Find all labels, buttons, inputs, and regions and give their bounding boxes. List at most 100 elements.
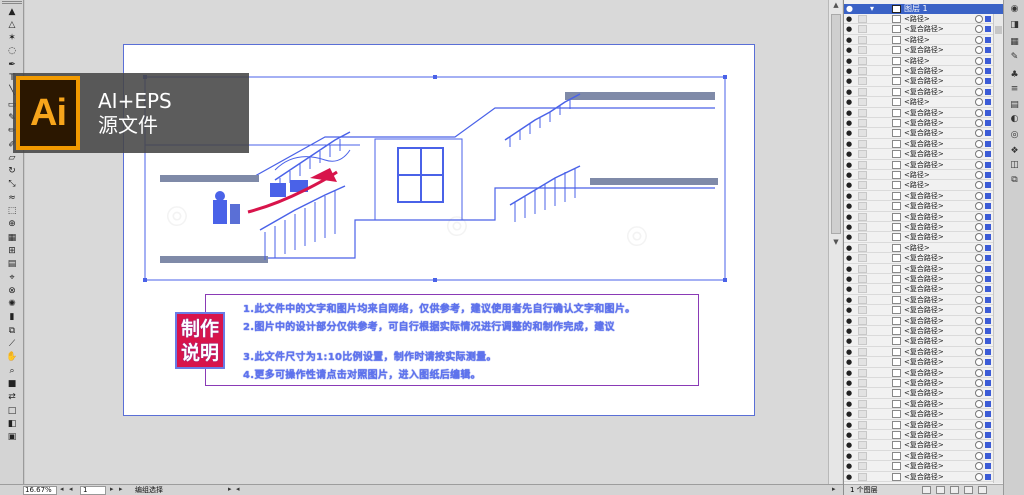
layer-row-name[interactable]: <复合路径> <box>904 461 944 471</box>
shape-builder-icon[interactable]: ⊕ <box>4 219 20 231</box>
selection-indicator-icon[interactable] <box>985 26 991 33</box>
visibility-eye-icon[interactable]: ● <box>846 441 856 449</box>
visibility-eye-icon[interactable]: ● <box>846 337 856 345</box>
zoom-field[interactable]: 16.67% <box>23 486 57 495</box>
layer-expand-icon[interactable]: ▾ <box>870 4 874 14</box>
selection-indicator-icon[interactable] <box>985 400 991 407</box>
lock-toggle-icon[interactable] <box>858 264 867 273</box>
lock-toggle-icon[interactable] <box>858 368 867 377</box>
selection-indicator-icon[interactable] <box>985 161 991 168</box>
visibility-eye-icon[interactable]: ● <box>846 410 856 418</box>
layers-panel-icon[interactable]: ◫ <box>1008 160 1021 171</box>
lock-toggle-icon[interactable] <box>858 399 867 408</box>
visibility-eye-icon[interactable]: ● <box>846 473 856 481</box>
lock-toggle-icon[interactable] <box>858 139 867 148</box>
selection-indicator-icon[interactable] <box>985 265 991 272</box>
selection-indicator-icon[interactable] <box>985 307 991 314</box>
selection-indicator-icon[interactable] <box>985 213 991 220</box>
visibility-eye-icon[interactable]: ● <box>846 213 856 221</box>
lock-toggle-icon[interactable] <box>858 254 867 263</box>
slice-icon[interactable]: ⟋ <box>4 339 20 351</box>
canvas-vertical-scrollbar[interactable]: ▲ ▼ <box>828 0 842 484</box>
target-icon[interactable] <box>975 285 983 294</box>
layer-row-name[interactable]: <复合路径> <box>904 87 944 97</box>
swatches-icon[interactable]: ▦ <box>1008 37 1021 48</box>
layer-row[interactable]: ● <复合路径> <box>844 76 1004 87</box>
selection-indicator-icon[interactable] <box>985 36 991 43</box>
color-guide-icon[interactable]: ◨ <box>1008 20 1021 31</box>
lasso-icon[interactable]: ◌ <box>4 46 20 58</box>
layer-row[interactable]: ● <复合路径> <box>844 451 1004 462</box>
target-icon[interactable] <box>975 275 983 283</box>
layer-row-name[interactable]: <复合路径> <box>904 316 944 326</box>
selection-indicator-icon[interactable] <box>985 47 991 54</box>
lock-toggle-icon[interactable] <box>858 181 867 190</box>
layer-row[interactable]: ● <复合路径> <box>844 305 1004 316</box>
target-icon[interactable] <box>975 243 983 252</box>
selection-indicator-icon[interactable] <box>985 130 991 137</box>
target-icon[interactable] <box>975 202 983 211</box>
scroll-up-icon[interactable]: ▲ <box>831 1 841 11</box>
target-icon[interactable] <box>975 108 983 117</box>
visibility-eye-icon[interactable]: ● <box>846 379 856 387</box>
layer-row[interactable]: ● <复合路径> <box>844 108 1004 118</box>
selection-indicator-icon[interactable] <box>985 234 991 241</box>
direct-selection-icon[interactable]: △ <box>4 19 20 31</box>
layer-row[interactable]: ● <复合路径> <box>844 149 1004 160</box>
lock-toggle-icon[interactable] <box>858 46 867 55</box>
layer-row-name[interactable]: <路径> <box>904 243 930 253</box>
visibility-eye-icon[interactable]: ● <box>846 254 856 262</box>
layers-scroll-thumb[interactable] <box>995 26 1002 34</box>
layer-row-name[interactable]: <复合路径> <box>904 45 944 55</box>
selection-indicator-icon[interactable] <box>985 182 991 189</box>
layer-row-name[interactable]: <复合路径> <box>904 399 944 409</box>
layer-row[interactable]: ● <复合路径> <box>844 368 1004 378</box>
layer-row-name[interactable]: <复合路径> <box>904 232 944 242</box>
target-icon[interactable] <box>975 347 983 356</box>
gradient-icon[interactable]: ▤ <box>4 259 20 271</box>
selection-indicator-icon[interactable] <box>985 109 991 116</box>
lock-toggle-icon[interactable] <box>858 98 867 107</box>
layer-row-name[interactable]: <复合路径> <box>904 305 944 315</box>
lock-toggle-icon[interactable] <box>858 35 867 44</box>
visibility-eye-icon[interactable]: ● <box>846 369 856 377</box>
hand-icon[interactable]: ✋ <box>4 352 20 364</box>
visibility-eye-icon[interactable]: ● <box>846 67 856 75</box>
target-icon[interactable] <box>975 358 983 367</box>
layer-row[interactable]: ● <路径> <box>844 180 1004 191</box>
layer-row-name[interactable]: <复合路径> <box>904 295 944 305</box>
layer-row-name[interactable]: <复合路径> <box>904 128 944 138</box>
selection-indicator-icon[interactable] <box>985 244 991 251</box>
layer-row[interactable]: ● <复合路径> <box>844 399 1004 410</box>
target-icon[interactable] <box>975 129 983 138</box>
visibility-eye-icon[interactable]: ● <box>846 36 856 44</box>
selection-indicator-icon[interactable] <box>985 317 991 324</box>
selection-indicator-icon[interactable] <box>985 151 991 158</box>
selection-indicator-icon[interactable] <box>985 473 991 480</box>
layer-row-name[interactable]: <复合路径> <box>904 326 944 336</box>
visibility-eye-icon[interactable]: ● <box>846 389 856 397</box>
selection-indicator-icon[interactable] <box>985 255 991 262</box>
eyedropper-icon[interactable]: ⌖ <box>4 272 20 284</box>
layer-row[interactable]: ● <复合路径> <box>844 212 1004 222</box>
layer-row-name[interactable]: <复合路径> <box>904 76 944 86</box>
target-icon[interactable] <box>975 368 983 377</box>
selection-arrow-icon[interactable]: ▲ <box>4 6 20 18</box>
lock-toggle-icon[interactable] <box>858 243 867 252</box>
brushes-icon[interactable]: ✎ <box>1008 52 1021 63</box>
perspective-grid-icon[interactable]: ▦ <box>4 232 20 244</box>
eraser-icon[interactable]: ▱ <box>4 152 20 164</box>
selection-indicator-icon[interactable] <box>985 286 991 293</box>
layer-row[interactable]: ● <复合路径> <box>844 264 1004 274</box>
layer-row[interactable]: ● <路径> <box>844 14 1004 25</box>
target-icon[interactable] <box>975 462 983 471</box>
visibility-eye-icon[interactable]: ● <box>846 358 856 366</box>
zoom-icon[interactable]: ⌕ <box>4 365 20 377</box>
first-page-icon[interactable]: ◂ <box>60 485 64 493</box>
visibility-eye-icon[interactable]: ● <box>846 181 856 189</box>
target-icon[interactable] <box>975 212 983 221</box>
target-icon[interactable] <box>975 327 983 335</box>
selection-indicator-icon[interactable] <box>985 442 991 449</box>
target-icon[interactable] <box>975 451 983 460</box>
selection-indicator-icon[interactable] <box>985 296 991 303</box>
